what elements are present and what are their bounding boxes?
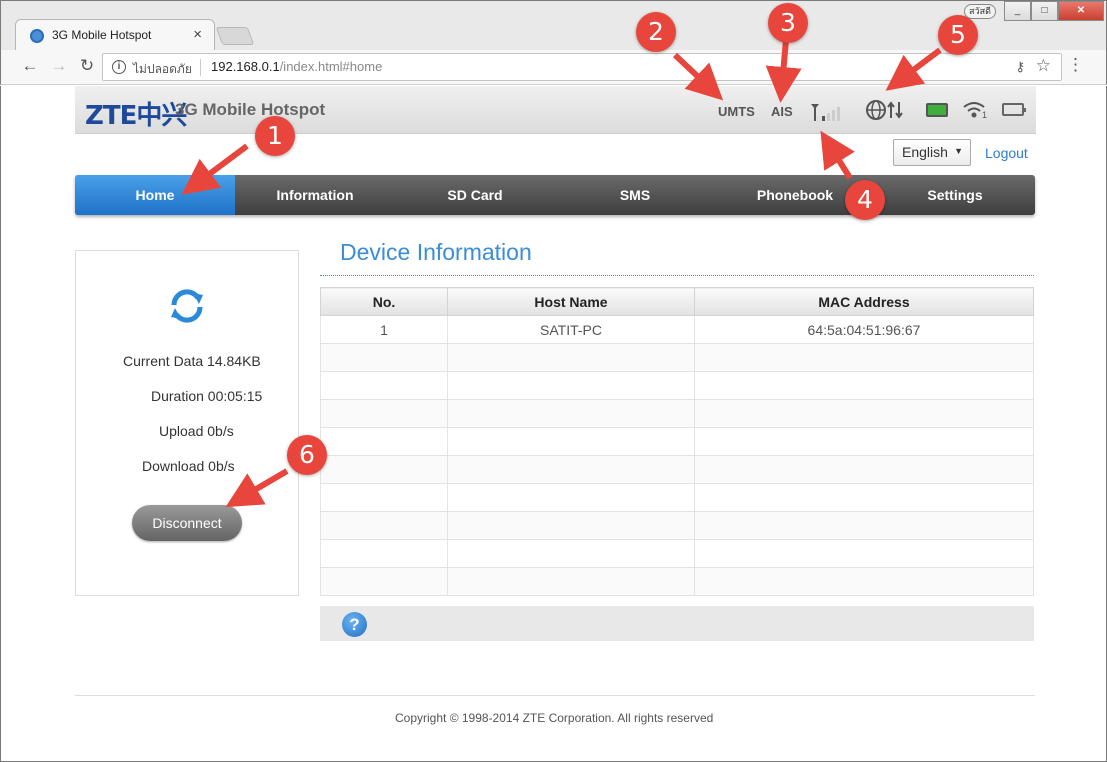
copyright: Copyright © 1998-2014 ZTE Corporation. A… bbox=[395, 711, 714, 725]
cell-mac-address: 64:5a:04:51:96:67 bbox=[694, 315, 1034, 344]
empty-row bbox=[320, 371, 1034, 400]
callout-4: 4 bbox=[845, 180, 885, 220]
browser-menu-icon[interactable]: ⋮ bbox=[1067, 56, 1084, 74]
maximize-button[interactable]: □ bbox=[1031, 1, 1058, 21]
close-tab-icon[interactable]: × bbox=[193, 26, 202, 43]
footer-divider bbox=[75, 695, 1035, 696]
language-selected: English bbox=[902, 144, 948, 160]
tab-title: 3G Mobile Hotspot bbox=[52, 28, 152, 42]
security-label[interactable]: ไม่ปลอดภัย bbox=[133, 60, 192, 79]
section-divider bbox=[320, 275, 1034, 276]
logout-link[interactable]: Logout bbox=[985, 145, 1028, 161]
nav-sd-card[interactable]: SD Card bbox=[395, 175, 555, 215]
empty-row bbox=[320, 567, 1034, 596]
window-controls: _ □ ✕ bbox=[1004, 1, 1104, 21]
empty-row bbox=[320, 399, 1034, 428]
url-text[interactable]: 192.168.0.1/index.html#home bbox=[211, 59, 382, 74]
main-nav: Home Information SD Card SMS Phonebook S… bbox=[75, 175, 1035, 215]
connection-refresh-icon bbox=[171, 289, 203, 323]
nav-settings[interactable]: Settings bbox=[875, 175, 1035, 215]
key-icon[interactable]: ⚷ bbox=[1015, 59, 1025, 75]
callout-6: 6 bbox=[287, 435, 327, 475]
connection-panel: Current Data 14.84KB Duration 00:05:15 U… bbox=[75, 250, 299, 596]
signal-icon bbox=[811, 104, 840, 121]
zte-logo: ZTE中兴 bbox=[85, 101, 187, 131]
page-favicon-icon bbox=[30, 29, 44, 43]
close-window-button[interactable]: ✕ bbox=[1058, 1, 1104, 21]
column-host-name: Host Name bbox=[447, 287, 695, 316]
callout-2: 2 bbox=[636, 12, 676, 52]
empty-row bbox=[320, 343, 1034, 372]
browser-tab[interactable]: 3G Mobile Hotspot × bbox=[15, 19, 215, 51]
dropdown-caret-icon: ▼ bbox=[954, 146, 963, 156]
bookmark-star-icon[interactable]: ☆ bbox=[1036, 56, 1051, 76]
device-table: No. Host Name MAC Address 1 SATIT-PC 64:… bbox=[320, 287, 1034, 596]
callout-3: 3 bbox=[768, 3, 808, 43]
operator-name: AIS bbox=[771, 104, 793, 119]
table-row: 1 SATIT-PC 64:5a:04:51:96:67 bbox=[320, 315, 1034, 344]
url-divider bbox=[200, 59, 201, 76]
cell-host-name: SATIT-PC bbox=[447, 315, 695, 344]
forward-arrow-icon[interactable]: → bbox=[48, 56, 70, 76]
table-header-row: No. Host Name MAC Address bbox=[320, 287, 1034, 316]
nav-home[interactable]: Home bbox=[75, 175, 235, 215]
nav-information[interactable]: Information bbox=[235, 175, 395, 215]
header-bar: ZTE中兴 3G Mobile Hotspot UMTS AIS 1 bbox=[75, 86, 1036, 134]
download-speed: Download 0b/s bbox=[142, 458, 235, 474]
address-bar[interactable]: i ไม่ปลอดภัย 192.168.0.1/index.html#home… bbox=[102, 53, 1062, 81]
network-type: UMTS bbox=[718, 104, 755, 119]
battery-icon bbox=[1002, 103, 1026, 116]
help-bar: ? bbox=[320, 606, 1034, 641]
wifi-client-count: 1 bbox=[982, 110, 988, 120]
minimize-button[interactable]: _ bbox=[1004, 1, 1031, 21]
empty-row bbox=[320, 539, 1034, 568]
current-data: Current Data 14.84KB bbox=[123, 353, 261, 369]
url-host: 192.168.0.1 bbox=[211, 59, 280, 74]
site-info-icon[interactable]: i bbox=[112, 60, 126, 74]
profile-badge[interactable]: สวัสดี bbox=[964, 4, 996, 19]
empty-row bbox=[320, 455, 1034, 484]
url-path: /index.html#home bbox=[279, 59, 383, 74]
duration: Duration 00:05:15 bbox=[151, 388, 263, 404]
language-select[interactable]: English ▼ bbox=[893, 139, 971, 166]
section-title: Device Information bbox=[340, 239, 532, 265]
column-mac-address: MAC Address bbox=[694, 287, 1034, 316]
back-arrow-icon[interactable]: ← bbox=[19, 56, 41, 76]
empty-row bbox=[320, 483, 1034, 512]
nav-sms[interactable]: SMS bbox=[555, 175, 715, 215]
column-no: No. bbox=[320, 287, 448, 316]
new-tab-button[interactable] bbox=[215, 27, 255, 45]
globe-data-icon bbox=[866, 100, 903, 120]
browser-toolbar: ← → ↻ i ไม่ปลอดภัย 192.168.0.1/index.htm… bbox=[0, 50, 1107, 85]
disconnect-button[interactable]: Disconnect bbox=[132, 505, 242, 541]
product-name: 3G Mobile Hotspot bbox=[175, 100, 326, 119]
empty-row bbox=[320, 511, 1034, 540]
empty-row bbox=[320, 427, 1034, 456]
cell-no: 1 bbox=[320, 315, 448, 344]
sim-icon bbox=[926, 103, 948, 117]
callout-5: 5 bbox=[938, 15, 978, 55]
help-icon[interactable]: ? bbox=[342, 612, 367, 637]
callout-1: 1 bbox=[255, 116, 295, 156]
page-viewport: ZTE中兴 3G Mobile Hotspot UMTS AIS 1 Engli… bbox=[0, 86, 1107, 762]
reload-icon[interactable]: ↻ bbox=[76, 56, 98, 76]
upload-speed: Upload 0b/s bbox=[159, 423, 234, 439]
